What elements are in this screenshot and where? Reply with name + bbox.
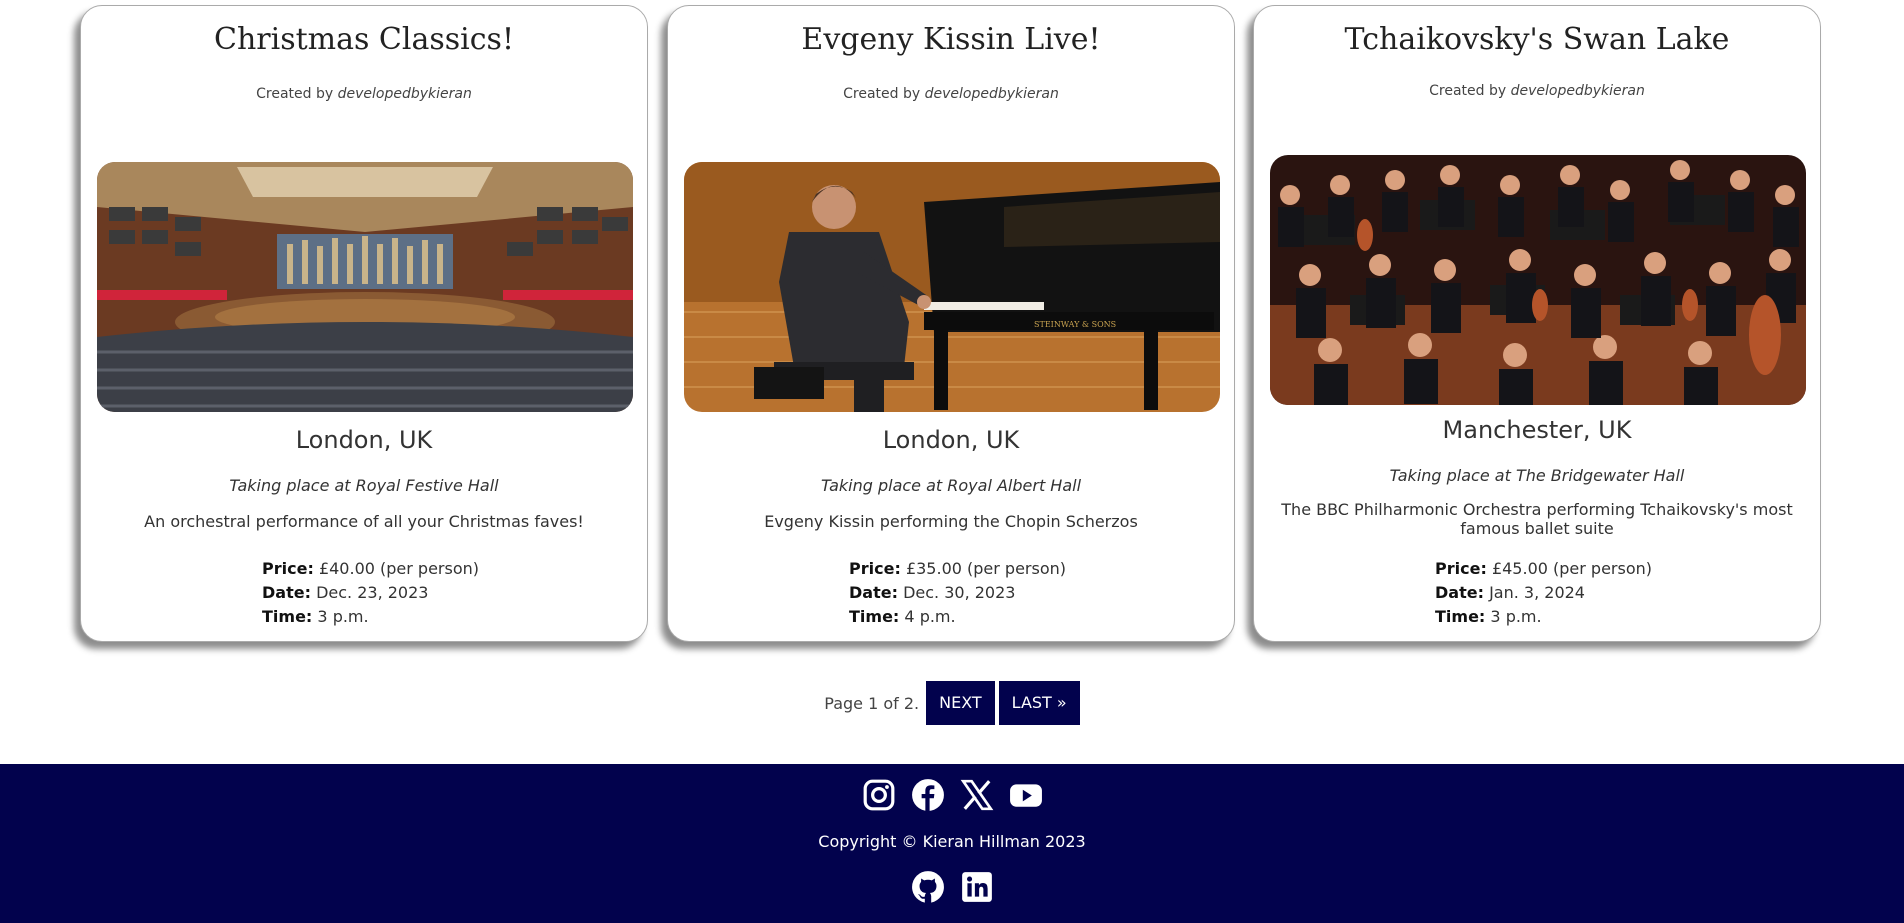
event-description: Evgeny Kissin performing the Chopin Sche… bbox=[764, 512, 1138, 531]
price-value: £35.00 (per person) bbox=[905, 559, 1066, 578]
facebook-icon[interactable] bbox=[911, 778, 945, 812]
event-card[interactable]: Evgeny Kissin Live! Created by developed… bbox=[667, 5, 1235, 642]
time-row: Time: 3 p.m. bbox=[262, 607, 369, 626]
footer: Copyright © Kieran Hillman 2023 bbox=[0, 764, 1904, 923]
event-description: An orchestral performance of all your Ch… bbox=[144, 512, 584, 531]
event-card-grid: Christmas Classics! Created by developed… bbox=[0, 0, 1904, 660]
price-value: £40.00 (per person) bbox=[318, 559, 479, 578]
social-links bbox=[0, 778, 1904, 812]
time-value: 3 p.m. bbox=[1490, 607, 1542, 626]
author-name: developedbykieran bbox=[1510, 83, 1645, 99]
event-author: Created by developedbykieran bbox=[1429, 83, 1645, 99]
event-card[interactable]: Christmas Classics! Created by developed… bbox=[80, 5, 648, 642]
date-row: Date: Jan. 3, 2024 bbox=[1435, 583, 1585, 602]
author-name: developedbykieran bbox=[337, 86, 472, 102]
instagram-icon[interactable] bbox=[862, 778, 896, 812]
linkedin-icon[interactable] bbox=[960, 870, 994, 904]
event-location: Manchester, UK bbox=[1442, 416, 1632, 444]
event-location: London, UK bbox=[882, 426, 1020, 454]
pagination: Page 1 of 2. NEXT LAST » bbox=[0, 681, 1904, 725]
time-row: Time: 4 p.m. bbox=[849, 607, 956, 626]
github-icon[interactable] bbox=[911, 870, 945, 904]
x-icon[interactable] bbox=[960, 778, 994, 812]
svg-text:STEINWAY & SONS: STEINWAY & SONS bbox=[1034, 320, 1116, 329]
event-venue: Taking place at The Bridgewater Hall bbox=[1389, 466, 1685, 485]
last-page-button[interactable]: LAST » bbox=[998, 681, 1080, 725]
event-author: Created by developedbykieran bbox=[843, 86, 1059, 102]
event-card[interactable]: Tchaikovsky's Swan Lake Created by devel… bbox=[1253, 5, 1821, 642]
next-page-button[interactable]: NEXT bbox=[926, 681, 995, 725]
price-value: £45.00 (per person) bbox=[1491, 559, 1652, 578]
event-venue: Taking place at Royal Festive Hall bbox=[229, 476, 499, 495]
author-name: developedbykieran bbox=[924, 86, 1059, 102]
event-title: Evgeny Kissin Live! bbox=[801, 22, 1101, 57]
price-row: Price: £40.00 (per person) bbox=[262, 559, 479, 578]
page-info: Page 1 of 2. bbox=[824, 693, 920, 713]
copyright-text: Copyright © Kieran Hillman 2023 bbox=[818, 832, 1086, 851]
event-image: STEINWAY & SONS bbox=[684, 162, 1220, 412]
time-value: 3 p.m. bbox=[317, 607, 369, 626]
event-image bbox=[97, 162, 633, 412]
price-row: Price: £35.00 (per person) bbox=[849, 559, 1066, 578]
event-location: London, UK bbox=[295, 426, 433, 454]
time-row: Time: 3 p.m. bbox=[1435, 607, 1542, 626]
event-details: Price: £35.00 (per person) Date: Dec. 30… bbox=[668, 557, 1234, 629]
event-author: Created by developedbykieran bbox=[256, 86, 472, 102]
event-details: Price: £40.00 (per person) Date: Dec. 23… bbox=[81, 557, 647, 629]
date-value: Dec. 30, 2023 bbox=[903, 583, 1016, 602]
youtube-icon[interactable] bbox=[1009, 778, 1043, 812]
event-venue: Taking place at Royal Albert Hall bbox=[820, 476, 1082, 495]
event-title: Christmas Classics! bbox=[214, 22, 514, 57]
price-row: Price: £45.00 (per person) bbox=[1435, 559, 1652, 578]
event-image bbox=[1270, 155, 1806, 405]
time-value: 4 p.m. bbox=[904, 607, 956, 626]
date-value: Dec. 23, 2023 bbox=[316, 583, 429, 602]
date-value: Jan. 3, 2024 bbox=[1489, 583, 1585, 602]
date-row: Date: Dec. 30, 2023 bbox=[849, 583, 1016, 602]
event-details: Price: £45.00 (per person) Date: Jan. 3,… bbox=[1254, 557, 1820, 629]
event-description: The BBC Philharmonic Orchestra performin… bbox=[1281, 500, 1793, 538]
developer-links bbox=[0, 870, 1904, 904]
date-row: Date: Dec. 23, 2023 bbox=[262, 583, 429, 602]
event-title: Tchaikovsky's Swan Lake bbox=[1344, 22, 1730, 57]
